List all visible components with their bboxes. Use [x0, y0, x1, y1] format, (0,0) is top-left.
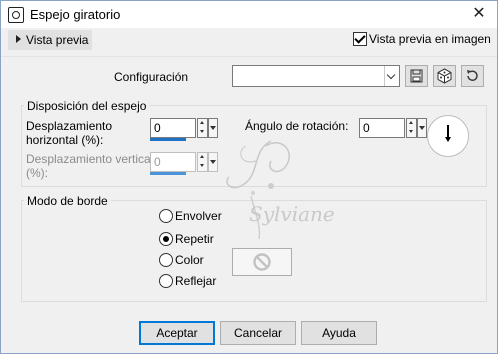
close-button[interactable]: ✕: [467, 4, 491, 24]
angle-value: 0: [363, 121, 370, 135]
cancel-button[interactable]: Cancelar: [220, 321, 296, 345]
h-offset-value: 0: [154, 121, 161, 135]
border-mode-group-label: Modo de borde: [24, 194, 111, 208]
h-offset-updown-icon[interactable]: [197, 118, 208, 138]
random-preset-button[interactable]: [433, 65, 456, 87]
angle-dial[interactable]: [427, 115, 469, 157]
v-offset-slider: [150, 172, 186, 175]
v-offset-label-line1: Desplazamiento vertical: [26, 152, 154, 166]
dial-arrow-icon: [445, 137, 451, 142]
radio-reflejar[interactable]: [159, 274, 173, 288]
v-offset-value: 0: [154, 155, 161, 169]
h-offset-input[interactable]: 0: [150, 118, 196, 138]
preview-toggle-label: Vista previa: [26, 33, 89, 47]
h-offset-spinner[interactable]: 0: [150, 118, 218, 141]
v-offset-input: 0: [150, 152, 196, 172]
radio-reflejar-label[interactable]: Reflejar: [175, 274, 216, 288]
chevron-down-icon[interactable]: [384, 66, 399, 86]
title-bar: Espejo giratorio ✕: [1, 1, 497, 28]
watermark-text: Sylviane: [249, 202, 335, 226]
radio-repetir[interactable]: [159, 232, 173, 246]
v-offset-label-line2: (%):: [26, 166, 48, 180]
radio-color[interactable]: [159, 253, 173, 267]
angle-input[interactable]: 0: [359, 118, 405, 138]
h-offset-slider[interactable]: [150, 138, 186, 141]
preview-checkbox[interactable]: [353, 32, 367, 46]
v-offset-spinner: 0: [150, 152, 218, 175]
help-button[interactable]: Ayuda: [301, 321, 377, 345]
v-offset-updown-icon: [197, 152, 208, 172]
preview-checkbox-label: Vista previa en imagen: [369, 32, 491, 46]
angle-dropdown-icon[interactable]: [417, 118, 427, 138]
radio-color-label[interactable]: Color: [175, 253, 204, 267]
angle-updown-icon[interactable]: [406, 118, 417, 138]
ok-button[interactable]: Aceptar: [139, 321, 215, 345]
mirror-group-label: Disposición del espejo: [24, 99, 150, 113]
no-color-icon: [253, 253, 271, 271]
dice-icon: [437, 68, 452, 84]
config-combobox[interactable]: [232, 65, 400, 87]
preview-toggle-button[interactable]: Vista previa: [8, 30, 92, 50]
expand-arrow-icon: [16, 35, 21, 43]
watermark-logo: Sylviane: [226, 140, 335, 240]
config-label: Configuración: [114, 70, 189, 84]
color-swatch-button: [232, 248, 292, 276]
save-icon: [410, 69, 423, 83]
dialog-window: Espejo giratorio ✕ Vista previa Vista pr…: [0, 0, 498, 354]
h-offset-label-line1: Desplazamiento: [26, 119, 113, 133]
reset-icon: [467, 70, 478, 81]
radio-envolver[interactable]: [159, 209, 173, 223]
radio-repetir-label[interactable]: Repetir: [175, 232, 214, 246]
app-icon: [8, 7, 24, 23]
save-preset-button[interactable]: [405, 65, 428, 87]
reset-preset-button[interactable]: [461, 65, 484, 87]
h-offset-label-line2: horizontal (%):: [26, 133, 104, 147]
window-title: Espejo giratorio: [30, 7, 121, 22]
angle-spinner[interactable]: 0: [359, 118, 427, 138]
header-divider: [1, 56, 497, 57]
